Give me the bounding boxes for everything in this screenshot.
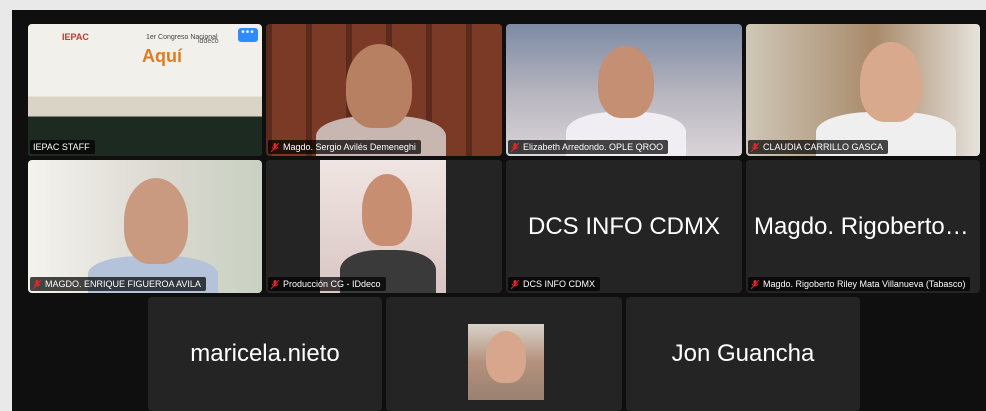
- participant-name-label: IEPAC STAFF: [30, 140, 95, 154]
- person-head: [598, 46, 654, 118]
- mic-muted-icon: [33, 279, 41, 289]
- mic-muted-icon: [511, 279, 519, 289]
- person-head: [346, 44, 412, 128]
- participant-name-label: DCS INFO CDMX: [508, 277, 600, 291]
- participant-tile-jon[interactable]: Jon Guancha: [626, 297, 860, 411]
- participant-video: [28, 24, 262, 156]
- mic-muted-icon: [751, 279, 759, 289]
- participant-name-label: Magdo. Sergio Avilés Demeneghi: [268, 140, 421, 154]
- participant-display-name: DCS INFO CDMX: [528, 212, 720, 240]
- participant-tile-thumbnail[interactable]: [386, 297, 622, 411]
- participant-name-label: Producción CG - IDdeco: [268, 277, 386, 291]
- signage-title: Aquí: [142, 46, 182, 66]
- person-head: [124, 178, 188, 264]
- mic-muted-icon: [751, 142, 759, 152]
- mic-muted-icon: [271, 279, 279, 289]
- person-head: [362, 174, 412, 246]
- participant-tile-iepac[interactable]: IEPAC 1er Congreso Nacional Aquí iddeco …: [28, 24, 262, 156]
- participant-name-label: Magdo. Rigoberto Riley Mata Villanueva (…: [748, 277, 971, 291]
- participant-name-label: MAGDO. ENRIQUE FIGUEROA AVILA: [30, 277, 206, 291]
- participant-name-label: Elizabeth Arredondo. OPLE QROO: [508, 140, 669, 154]
- signage-logo: IEPAC: [62, 32, 89, 42]
- participant-tile-elizabeth[interactable]: Elizabeth Arredondo. OPLE QROO: [506, 24, 742, 156]
- participant-tile-dcs[interactable]: DCS INFO CDMX DCS INFO CDMX: [506, 160, 742, 293]
- participant-tile-claudia[interactable]: CLAUDIA CARRILLO GASCA: [746, 24, 980, 156]
- participant-tile-enrique[interactable]: MAGDO. ENRIQUE FIGUEROA AVILA: [28, 160, 262, 293]
- mic-muted-icon: [271, 142, 279, 152]
- mic-muted-icon: [511, 142, 519, 152]
- participant-tile-rigoberto[interactable]: Magdo. Rigoberto Riley Mata Villanueva M…: [746, 160, 980, 293]
- participant-display-name: maricela.nieto: [190, 340, 340, 367]
- person-head: [486, 331, 526, 383]
- signage-org2: iddeco: [198, 38, 219, 45]
- more-options-button[interactable]: •••: [238, 28, 258, 42]
- more-horizontal-icon: •••: [241, 27, 255, 38]
- video-gallery: IEPAC 1er Congreso Nacional Aquí iddeco …: [12, 10, 986, 411]
- participant-display-name: Magdo. Rigoberto Riley Mata Villanueva: [754, 212, 980, 240]
- participant-display-name: Jon Guancha: [671, 340, 815, 367]
- person-head: [860, 42, 922, 122]
- participant-tile-produccion[interactable]: Producción CG - IDdeco: [266, 160, 502, 293]
- participant-tile-maricela[interactable]: maricela.nieto: [148, 297, 382, 411]
- participant-name-label: CLAUDIA CARRILLO GASCA: [748, 140, 889, 154]
- participant-tile-sergio[interactable]: Magdo. Sergio Avilés Demeneghi: [266, 24, 502, 156]
